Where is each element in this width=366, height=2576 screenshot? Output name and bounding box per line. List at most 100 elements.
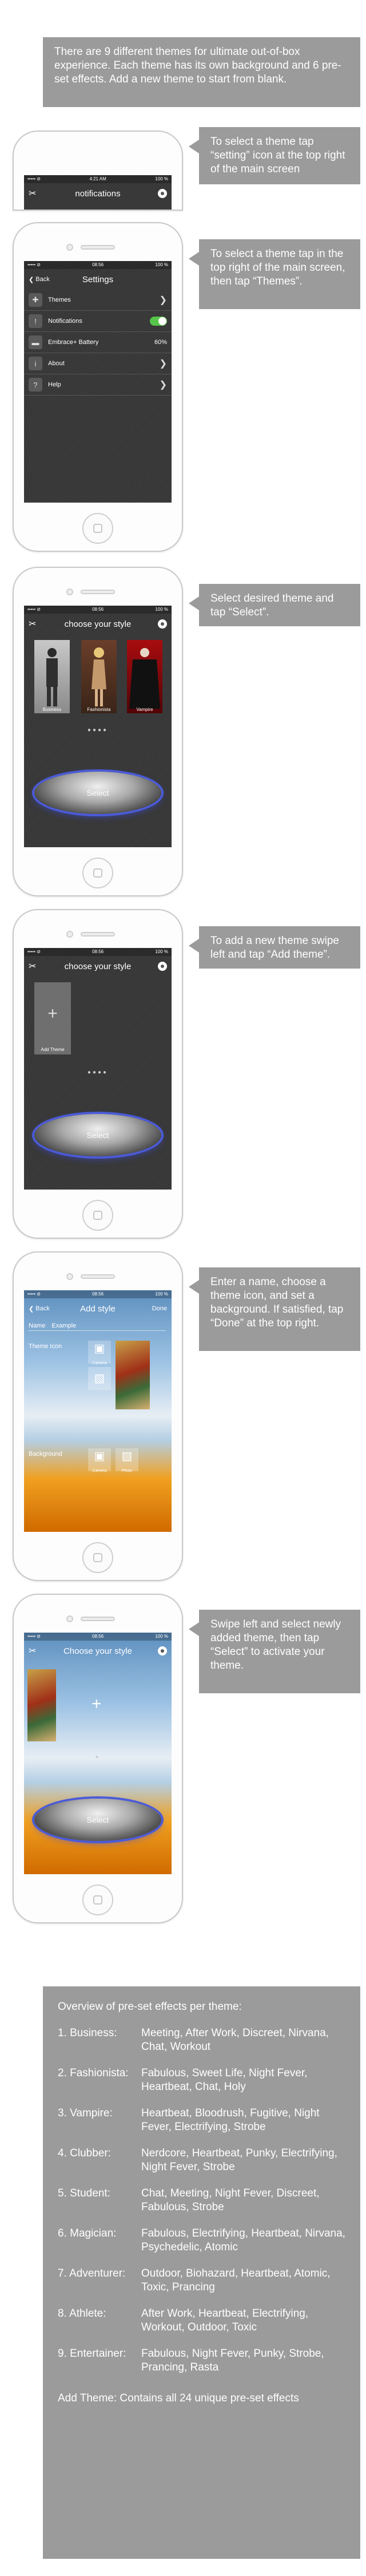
- back-button[interactable]: ❮ Back: [29, 269, 50, 290]
- battery-label: 100 %: [155, 607, 168, 612]
- theme-card-vampire[interactable]: Vampire: [127, 640, 162, 713]
- photo-icon: ▧: [94, 1372, 105, 1385]
- bg-camera-button[interactable]: ▣ Camera: [88, 1448, 111, 1473]
- home-button[interactable]: [82, 858, 113, 888]
- callout-1: To select a theme tap “setting” icon at …: [189, 127, 360, 184]
- effects-heading: Overview of pre-set effects per theme:: [58, 2001, 242, 2013]
- effects-row: 1. Business: Meeting, After Work, Discree…: [58, 2026, 345, 2054]
- done-button[interactable]: Done: [152, 1298, 167, 1319]
- intro-text: There are 9 different themes for ultimat…: [43, 37, 360, 107]
- effects-overview: Overview of pre-set effects per theme: 1…: [43, 1986, 360, 2559]
- theme-card-business[interactable]: Business: [34, 640, 70, 713]
- settings-item-label: Notifications: [48, 318, 82, 325]
- home-button[interactable]: [82, 1884, 113, 1915]
- callout-4: To add a new theme swipe left and tap “A…: [189, 926, 360, 969]
- add-theme-card[interactable]: + Add Theme: [34, 982, 71, 1054]
- theme-effects: Chat, Meeting, Night Fever, Discreet, Fa…: [141, 2187, 320, 2213]
- settings-item-label: Embrace+ Battery: [48, 339, 99, 346]
- settings-button[interactable]: [158, 1641, 167, 1661]
- carrier-label: ••••• ⊘: [27, 949, 41, 954]
- status-bar: ••••• ⊘ 08:56 100 %: [24, 1290, 172, 1298]
- nav-bar: ✂ choose your style: [24, 614, 172, 634]
- camera-label: Camera: [92, 1361, 107, 1365]
- settings-item-themes[interactable]: ✚ Themes ❯: [24, 290, 172, 311]
- theme-card-example[interactable]: [27, 1669, 56, 1741]
- theme-effects: Heartbeat, Bloodrush, Fugitive, Night Fe…: [141, 2107, 320, 2133]
- gear-icon: [158, 1646, 167, 1656]
- notifications-toggle[interactable]: [150, 317, 167, 326]
- clock-label: 08:56: [92, 262, 104, 267]
- settings-item-about[interactable]: i About ❯: [24, 353, 172, 374]
- carrier-label: ••••• ⊘: [27, 176, 41, 181]
- theme-name: Vampire: [136, 707, 153, 712]
- screen-settings: ••••• ⊘ 08:56 100 % ❮ Back Settings ✚ Th…: [24, 261, 172, 503]
- screen-title: Add style: [80, 1303, 116, 1314]
- effects-row: 9. Entertainer: Fabulous, Night Fever, Pu…: [58, 2347, 345, 2374]
- add-theme-label: Add Theme: [41, 1047, 65, 1052]
- select-button[interactable]: Select: [34, 1114, 161, 1156]
- carrier-label: ••••• ⊘: [27, 607, 41, 612]
- photo-icon: ▧: [121, 1450, 133, 1463]
- name-input[interactable]: Example: [51, 1322, 76, 1329]
- settings-item-battery: ▬ Embrace+ Battery 60%: [24, 332, 172, 353]
- front-camera: [66, 1615, 73, 1622]
- chevron-right-icon: ❯: [159, 359, 167, 369]
- phone-add-theme: ••••• ⊘ 08:56 100 % ✂ choose your style …: [13, 909, 183, 1239]
- select-button[interactable]: Select: [34, 1799, 161, 1841]
- effects-row: 4. Clubber: Nerdcore, Heartbeat, Punky, E…: [58, 2147, 345, 2174]
- nav-bar: ❮ Back Add style Done: [24, 1298, 172, 1319]
- theme-carousel[interactable]: Business Fashionista Vampire: [24, 634, 172, 720]
- theme-effects: After Work, Heartbeat, Electrifying, Wor…: [141, 2308, 309, 2333]
- theme-icon-label: Theme Icon: [29, 1343, 62, 1350]
- battery-label: 100 %: [155, 176, 168, 181]
- phone-add-style: ••••• ⊘ 08:56 100 % ❮ Back Add style Don…: [13, 1251, 183, 1581]
- effects-icon[interactable]: ✂: [29, 614, 36, 634]
- home-button[interactable]: [82, 1200, 113, 1231]
- effects-icon[interactable]: ✂: [29, 1641, 36, 1661]
- theme-name: 6. Magician:: [58, 2227, 117, 2239]
- theme-name: 2. Fashionista:: [58, 2067, 129, 2079]
- gear-icon: [158, 619, 167, 629]
- camera-button[interactable]: ▣ Camera: [88, 1341, 111, 1365]
- theme-name: 7. Adventurer:: [58, 2267, 126, 2279]
- theme-card-fashionista[interactable]: Fashionista: [81, 640, 117, 713]
- chevron-right-icon: ❯: [159, 380, 167, 390]
- theme-effects: Meeting, After Work, Discreet, Nirvana, …: [141, 2027, 329, 2053]
- nav-bar: ✂ choose your style: [24, 956, 172, 977]
- home-button[interactable]: [82, 1542, 113, 1573]
- effects-row: 8. Athlete: After Work, Heartbeat, Electr…: [58, 2307, 345, 2334]
- photo-label: Photo: [121, 1469, 133, 1473]
- theme-name: 8. Athlete:: [58, 2308, 106, 2320]
- add-theme-effects: Add Theme: Contains all 24 unique pre-se…: [58, 2392, 299, 2404]
- themes-icon: ✚: [29, 293, 42, 307]
- plus-icon: +: [47, 1004, 58, 1023]
- theme-name: 5. Student:: [58, 2187, 110, 2199]
- screen-title: choose your style: [64, 961, 132, 971]
- photo-button[interactable]: ▧: [88, 1367, 111, 1390]
- settings-item-help[interactable]: ? Help ❯: [24, 374, 172, 396]
- effects-row: 2. Fashionista: Fabulous, Sweet Life, Nig…: [58, 2067, 345, 2094]
- back-button[interactable]: ❮ Back: [29, 1298, 50, 1319]
- settings-button[interactable]: [158, 183, 167, 204]
- select-button[interactable]: Select: [34, 772, 161, 814]
- theme-name: Fashionista: [87, 707, 111, 712]
- home-button[interactable]: [82, 513, 113, 544]
- page-indicator: ●●●●: [87, 727, 109, 733]
- speaker: [81, 245, 115, 250]
- effects-icon[interactable]: ✂: [29, 183, 36, 204]
- status-bar: ••••• ⊘ 08:56 100 %: [24, 606, 172, 614]
- theme-effects: Fabulous, Electrifying, Heartbeat, Nirva…: [141, 2227, 345, 2253]
- background-label: Background: [29, 1451, 62, 1457]
- theme-effects: Outdoor, Biohazard, Heartbeat, Atomic, T…: [141, 2267, 331, 2293]
- settings-item-notifications[interactable]: ! Notifications: [24, 311, 172, 332]
- bg-photo-button[interactable]: ▧ Photo: [116, 1448, 138, 1473]
- settings-button[interactable]: [158, 956, 167, 977]
- select-label: Select: [86, 788, 109, 797]
- screen-title: choose your style: [64, 619, 132, 629]
- settings-button[interactable]: [158, 614, 167, 634]
- theme-name: 1. Business:: [58, 2027, 117, 2039]
- bracelet-icon: ▬: [29, 335, 42, 349]
- effects-icon[interactable]: ✂: [29, 956, 36, 977]
- camera-label: Camera: [92, 1469, 107, 1473]
- plus-icon[interactable]: +: [92, 1694, 102, 1714]
